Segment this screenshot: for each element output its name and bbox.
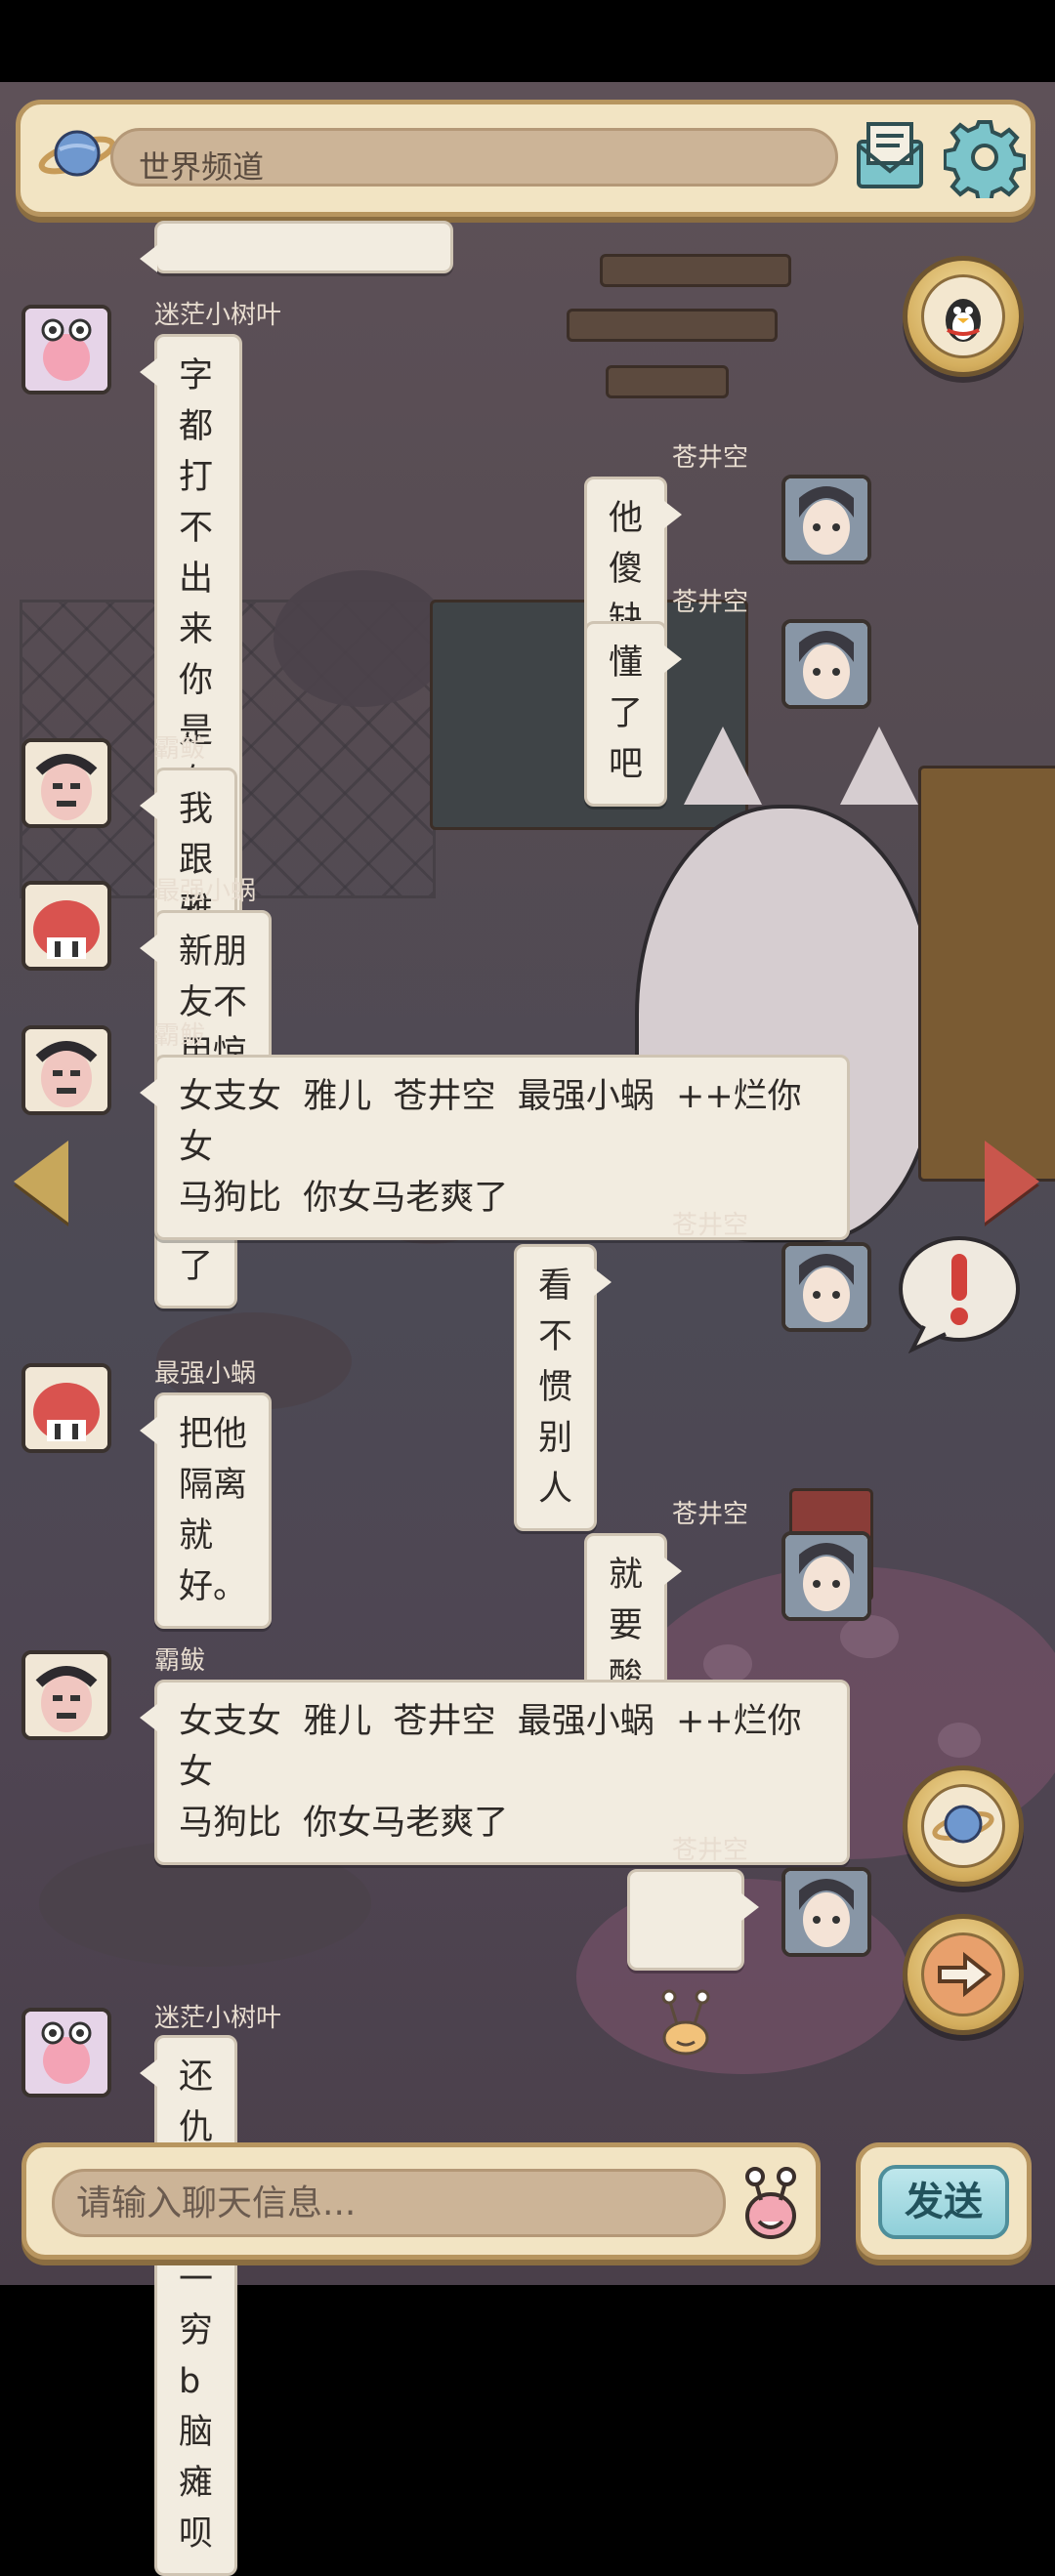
avatar-girl[interactable] (781, 1242, 871, 1332)
username: 霸鲅 (154, 1646, 206, 1676)
snail-sticker-icon (661, 1989, 710, 2056)
message-bubble: 还仇恨 就一穷 b脑瘫呗 (139, 2035, 238, 2576)
username: 苍井空 (672, 1500, 749, 1529)
message-bubble: 看不惯别人 (514, 1244, 612, 1531)
scene-right-arrow-icon[interactable] (985, 1141, 1039, 1223)
send-button[interactable]: 发送 (878, 2165, 1009, 2239)
avatar-snail-red[interactable] (21, 881, 111, 971)
username: 霸鲅 (154, 734, 206, 764)
message-bubble-clipped (140, 221, 453, 273)
avatar-man[interactable] (21, 1025, 111, 1115)
avatar-girl[interactable] (781, 1867, 871, 1957)
planet-icon (38, 130, 116, 177)
qq-share-button[interactable] (903, 256, 1024, 377)
avatar-snail-pink[interactable] (21, 305, 111, 395)
message-bubble: 懂了吧 (584, 621, 683, 807)
avatar-snail-red[interactable] (21, 1363, 111, 1453)
username: 迷茫小树叶 (154, 301, 282, 330)
username: 苍井空 (672, 1836, 749, 1865)
input-frame (21, 2142, 821, 2260)
avatar-girl[interactable] (781, 475, 871, 564)
channel-title: 世界频道 (139, 148, 265, 186)
avatar-man[interactable] (21, 1650, 111, 1740)
mail-icon[interactable] (851, 116, 929, 194)
penguin-icon (946, 299, 981, 342)
snail-emoji-icon[interactable] (732, 2165, 810, 2243)
planet-icon (932, 1805, 994, 1844)
settings-gear-icon[interactable] (944, 116, 1026, 198)
channel-header: 世界频道 (16, 100, 1035, 217)
message-bubble: 把他隔离就好。 (140, 1392, 272, 1629)
sticker-bubble (627, 1869, 759, 2056)
exclamation-bubble-icon[interactable] (895, 1232, 1026, 1353)
forward-arrow-button[interactable] (903, 1914, 1024, 2035)
username: 苍井空 (672, 1211, 749, 1240)
arrow-right-icon (938, 1951, 992, 1998)
status-bar (0, 0, 1055, 82)
avatar-girl[interactable] (781, 1531, 871, 1621)
scene-left-arrow-icon[interactable] (14, 1141, 68, 1223)
username: 最强小蜗 (154, 1359, 257, 1389)
avatar-girl[interactable] (781, 619, 871, 709)
avatar-man[interactable] (21, 738, 111, 828)
channel-title-pill: 世界频道 (110, 128, 838, 187)
avatar-snail-pink[interactable] (21, 2008, 111, 2098)
username: 最强小蜗 (154, 877, 257, 906)
send-frame: 发送 (856, 2142, 1032, 2260)
world-channel-button[interactable] (903, 1766, 1024, 1887)
username: 苍井空 (672, 443, 749, 473)
username: 迷茫小树叶 (154, 2004, 282, 2033)
username: 苍井空 (672, 588, 749, 617)
username: 霸鲅 (154, 1021, 206, 1051)
chat-message-input[interactable] (52, 2169, 726, 2237)
chat-input-bar: 发送 (0, 2129, 1055, 2285)
